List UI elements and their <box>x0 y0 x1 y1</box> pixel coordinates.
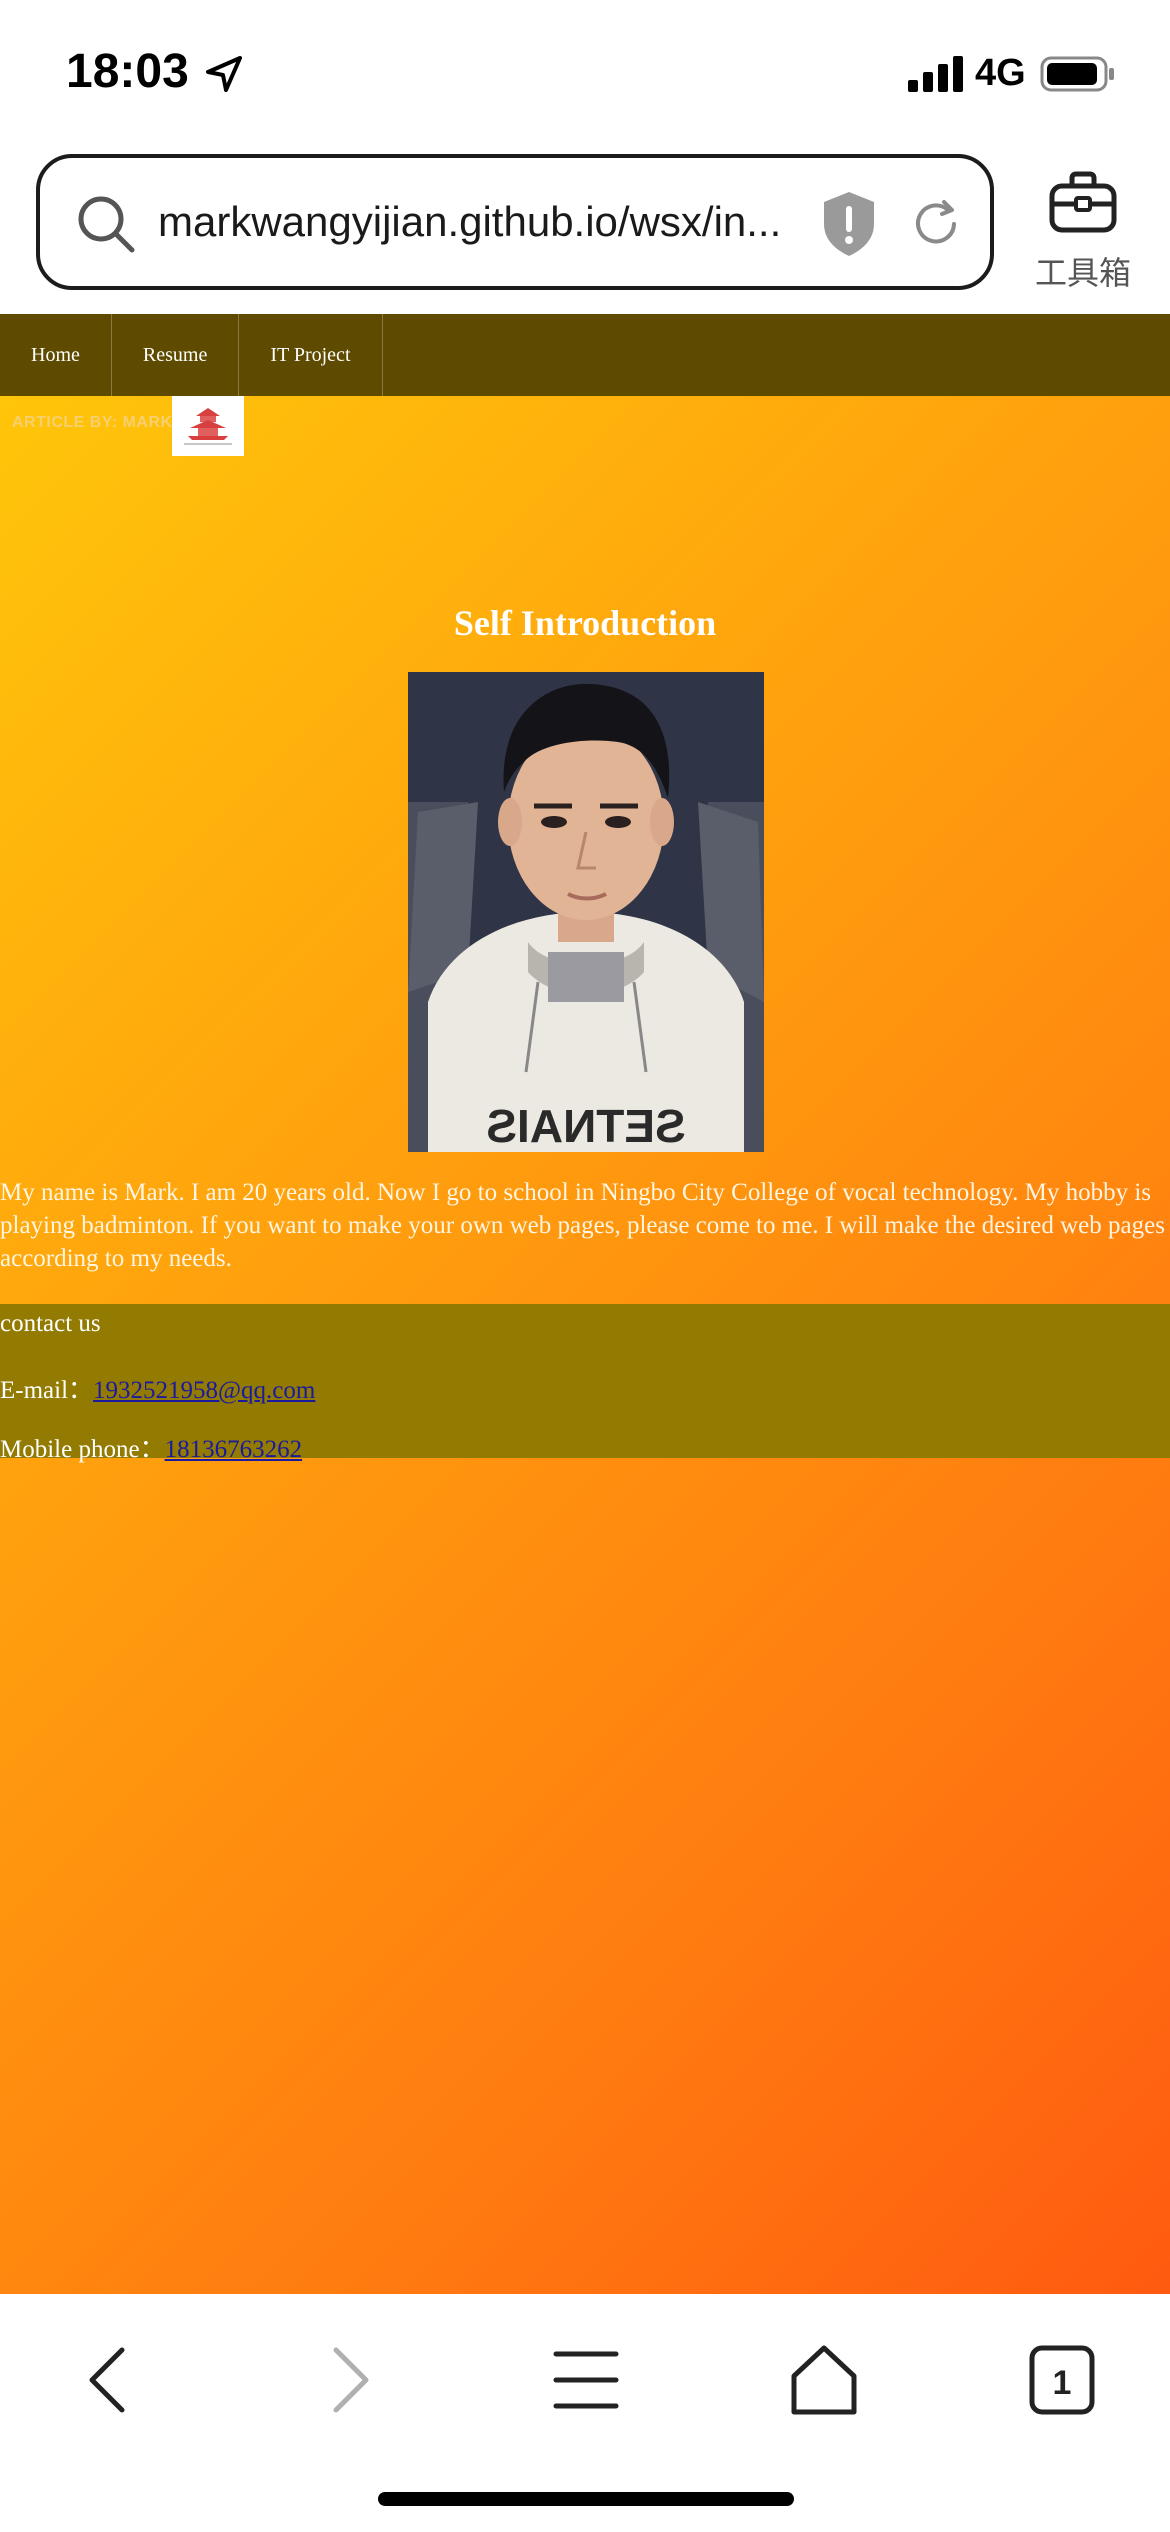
contact-email-row: E-mail：1932521958@qq.com <box>0 1370 315 1406</box>
portrait-image: SETNAIS <box>408 672 764 1152</box>
tabs-icon: 1 <box>1029 2345 1095 2415</box>
toolbox-label: 工具箱 <box>1034 254 1131 292</box>
email-link[interactable]: 1932521958@qq.com <box>93 1377 315 1404</box>
contact-section: contact us E-mail：1932521958@qq.com Mobi… <box>0 1304 1170 1463</box>
profile-photo: SETNAIS <box>408 672 764 1152</box>
address-bar[interactable]: markwangyijian.github.io/wsx/in... <box>36 154 994 290</box>
contact-heading: contact us <box>0 1310 101 1337</box>
pagoda-logo-icon <box>184 408 232 445</box>
intro-paragraph: My name is Mark. I am 20 years old. Now … <box>0 1179 1165 1272</box>
article-byline: ARTICLE BY: MARK <box>12 414 173 431</box>
shield-warning-icon[interactable] <box>820 190 878 258</box>
contact-phone-row: Mobile phone：18136763262 <box>0 1429 302 1465</box>
site-nav: Home Resume IT Project <box>0 314 1170 396</box>
search-icon <box>78 196 135 253</box>
nav-home-link[interactable]: Home <box>0 314 112 396</box>
forward-icon[interactable] <box>308 2340 388 2420</box>
tab-count: 1 <box>1053 2364 1072 2402</box>
nav-resume-link[interactable]: Resume <box>112 314 240 396</box>
toolbox-button[interactable]: 工具箱 <box>1018 170 1148 292</box>
url-text[interactable]: markwangyijian.github.io/wsx/in... <box>158 198 848 246</box>
home-icon[interactable] <box>784 2340 864 2420</box>
page-title: Self Introduction <box>453 603 717 643</box>
signal-bars-icon <box>908 56 963 92</box>
hoodie-print: SETNAIS <box>486 1100 685 1152</box>
home-indicator[interactable] <box>378 2492 794 2506</box>
web-page: Home Resume IT Project ARTICLE BY: MARK … <box>0 314 1170 2294</box>
location-arrow-icon <box>206 56 242 92</box>
status-bar: 18:03 4G <box>0 0 1170 140</box>
email-label: E-mail： <box>0 1377 94 1404</box>
site-logo <box>172 396 244 456</box>
back-icon[interactable] <box>70 2340 150 2420</box>
menu-icon[interactable] <box>546 2340 626 2420</box>
toolbox-icon <box>1049 171 1117 233</box>
phone-label: Mobile phone： <box>0 1436 165 1463</box>
reload-icon[interactable] <box>908 196 964 252</box>
battery-icon <box>1040 56 1114 92</box>
nav-it-project-link[interactable]: IT Project <box>239 314 383 396</box>
status-time: 18:03 <box>66 45 189 98</box>
network-type: 4G <box>975 52 1026 94</box>
phone-link[interactable]: 18136763262 <box>165 1436 303 1463</box>
tabs-button[interactable]: 1 <box>1022 2340 1102 2420</box>
